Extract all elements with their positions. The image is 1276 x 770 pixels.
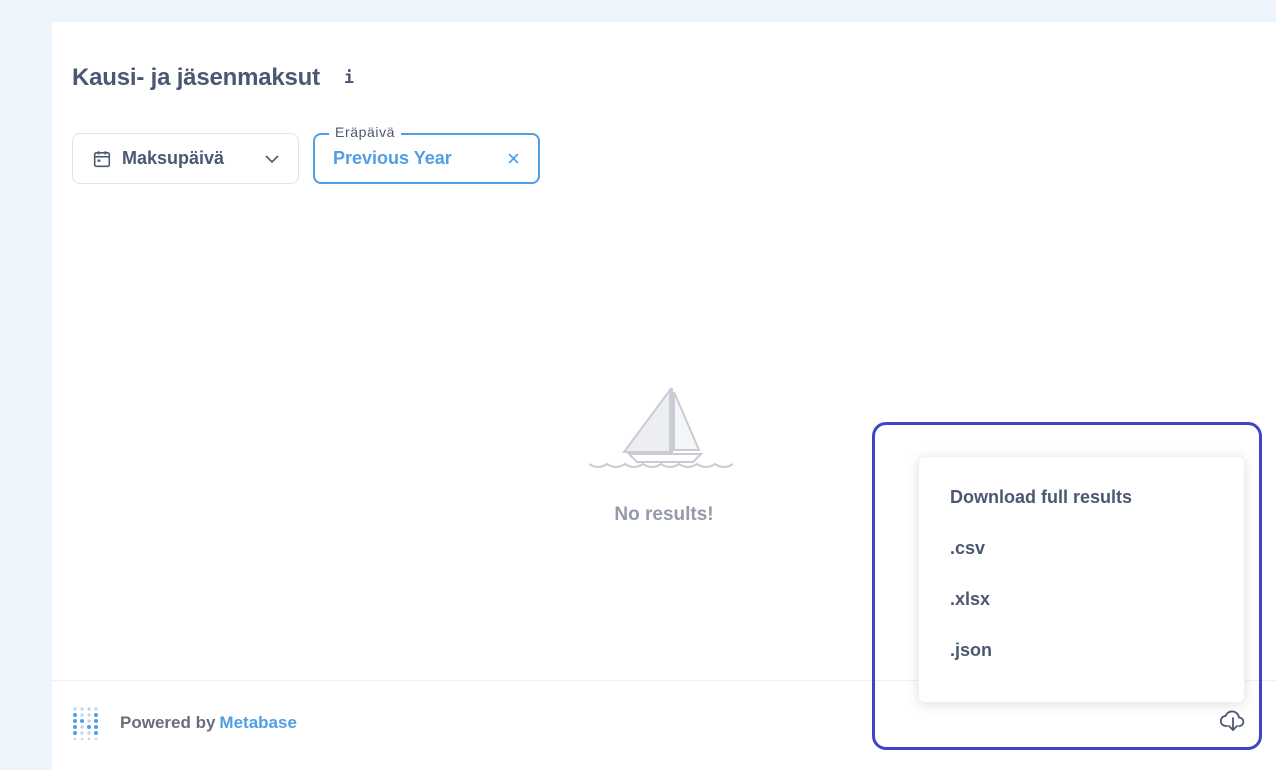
- powered-by-text: Powered by Metabase: [120, 713, 297, 733]
- filter-label: Maksupäivä: [122, 148, 225, 168]
- chevron-down-icon: [265, 155, 279, 164]
- powered-by-label: Powered by: [120, 713, 216, 732]
- info-icon[interactable]: i: [344, 68, 354, 88]
- filter-erapaiva[interactable]: Eräpäivä Previous Year: [313, 124, 540, 184]
- close-icon[interactable]: [507, 152, 520, 165]
- filter-value: Previous Year: [333, 148, 452, 168]
- title-row: Kausi- ja jäsenmaksut i: [72, 64, 354, 92]
- download-json-option[interactable]: .json: [950, 640, 1213, 662]
- download-csv-option[interactable]: .csv: [950, 538, 1213, 560]
- download-xlsx-option[interactable]: .xlsx: [950, 589, 1213, 611]
- download-menu-title: Download full results: [950, 487, 1133, 507]
- filter-maksupaiva[interactable]: Maksupäivä: [72, 133, 299, 184]
- metabase-logo-icon[interactable]: [72, 706, 100, 740]
- metabase-link[interactable]: Metabase: [219, 713, 296, 732]
- page-title: Kausi- ja jäsenmaksut: [72, 64, 320, 91]
- filter-legend: Eräpäivä: [329, 124, 402, 140]
- footer: Powered by Metabase: [72, 706, 297, 740]
- calendar-icon: [93, 150, 111, 167]
- download-cloud-icon[interactable]: [1220, 709, 1246, 733]
- empty-state: No results!: [589, 384, 739, 526]
- empty-message: No results!: [614, 504, 714, 525]
- download-menu: Download full results .csv .xlsx .json: [918, 456, 1245, 703]
- sailboat-icon: [589, 386, 734, 468]
